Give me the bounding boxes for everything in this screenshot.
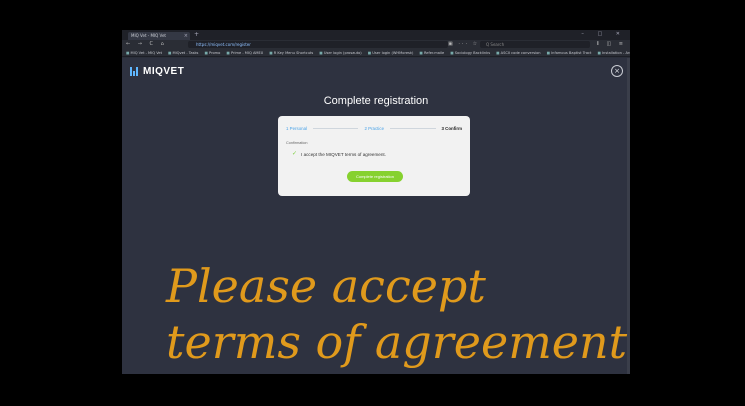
- bookmark-item[interactable]: ASCII code conversion: [496, 49, 541, 56]
- bookmark-item[interactable]: MiQvet - Tasks: [168, 49, 199, 56]
- agree-checkbox-row[interactable]: ✓ I accept the MIQVET terms of agreement…: [292, 151, 386, 157]
- tab-title: MIQ Vet - MIQ Vet: [131, 33, 166, 38]
- step-personal[interactable]: 1 Personal: [286, 126, 307, 131]
- logo-icon: [130, 67, 139, 76]
- bookmark-item[interactable]: User login (prosauto): [319, 49, 362, 56]
- agree-label: I accept the MIQVET terms of agreement.: [301, 151, 386, 157]
- tab-bar: MIQ Vet - MIQ Vet × + – □ ✕: [122, 30, 630, 40]
- bookmarks-bar: MIQ Vet - MIQ Vet MiQvet - Tasks Promo Prim…: [122, 49, 630, 57]
- close-tab-icon[interactable]: ×: [184, 32, 188, 40]
- logo: MIQVET: [130, 66, 184, 77]
- complete-registration-button[interactable]: Complete registration: [347, 171, 403, 182]
- step-divider: [390, 128, 436, 129]
- search-input[interactable]: Q Search: [480, 41, 590, 48]
- checkmark-icon[interactable]: ✓: [292, 151, 297, 157]
- new-tab-button[interactable]: +: [194, 31, 199, 39]
- bookmark-item[interactable]: Prime - MIQ AMEX: [226, 49, 263, 56]
- step-practice[interactable]: 2 Practice: [364, 126, 384, 131]
- section-label: Confirmation: [286, 141, 308, 145]
- caption-line-1: Please accept: [166, 259, 486, 313]
- step-divider: [313, 128, 359, 129]
- bookmark-item[interactable]: User login (WHMoresk): [368, 49, 413, 56]
- page-title: Complete registration: [323, 95, 429, 107]
- address-bar[interactable]: https://miqvet.com/register: [188, 41, 448, 48]
- close-icon[interactable]: ×: [611, 65, 623, 77]
- nav-buttons[interactable]: ← → C ⌂: [126, 41, 167, 47]
- stepper: 1 Personal 2 Practice 3 Confirm: [286, 126, 462, 131]
- bookmark-item[interactable]: R Key Menu Shortcuts: [269, 49, 314, 56]
- bookmark-item[interactable]: Sociology Backlinks: [450, 49, 490, 56]
- page-actions[interactable]: ▣ ··· ☆: [448, 41, 479, 47]
- caption-line-2: terms of agreement: [166, 315, 628, 369]
- bookmark-item[interactable]: Infamous Baptist Tract: [547, 49, 591, 56]
- toolbar-icons[interactable]: ⦀ ◫ ≡: [597, 41, 626, 47]
- browser-tab[interactable]: MIQ Vet - MIQ Vet ×: [128, 32, 190, 40]
- logo-text: MIQVET: [143, 66, 185, 77]
- registration-card: 1 Personal 2 Practice 3 Confirm Confirma…: [278, 116, 470, 196]
- bookmark-item[interactable]: Refer.maile: [419, 49, 444, 56]
- bookmark-item[interactable]: Installation - Archived: [597, 49, 630, 56]
- bookmark-item[interactable]: Promo: [204, 49, 220, 56]
- bookmark-item[interactable]: MIQ Vet - MIQ Vet: [126, 49, 162, 56]
- navigation-bar: ← → C ⌂ https://miqvet.com/register ▣ ··…: [122, 40, 630, 49]
- window-controls[interactable]: – □ ✕: [581, 31, 626, 37]
- caption-overlay: Please accept terms of agreement: [166, 258, 636, 370]
- step-confirm: 3 Confirm: [441, 126, 463, 131]
